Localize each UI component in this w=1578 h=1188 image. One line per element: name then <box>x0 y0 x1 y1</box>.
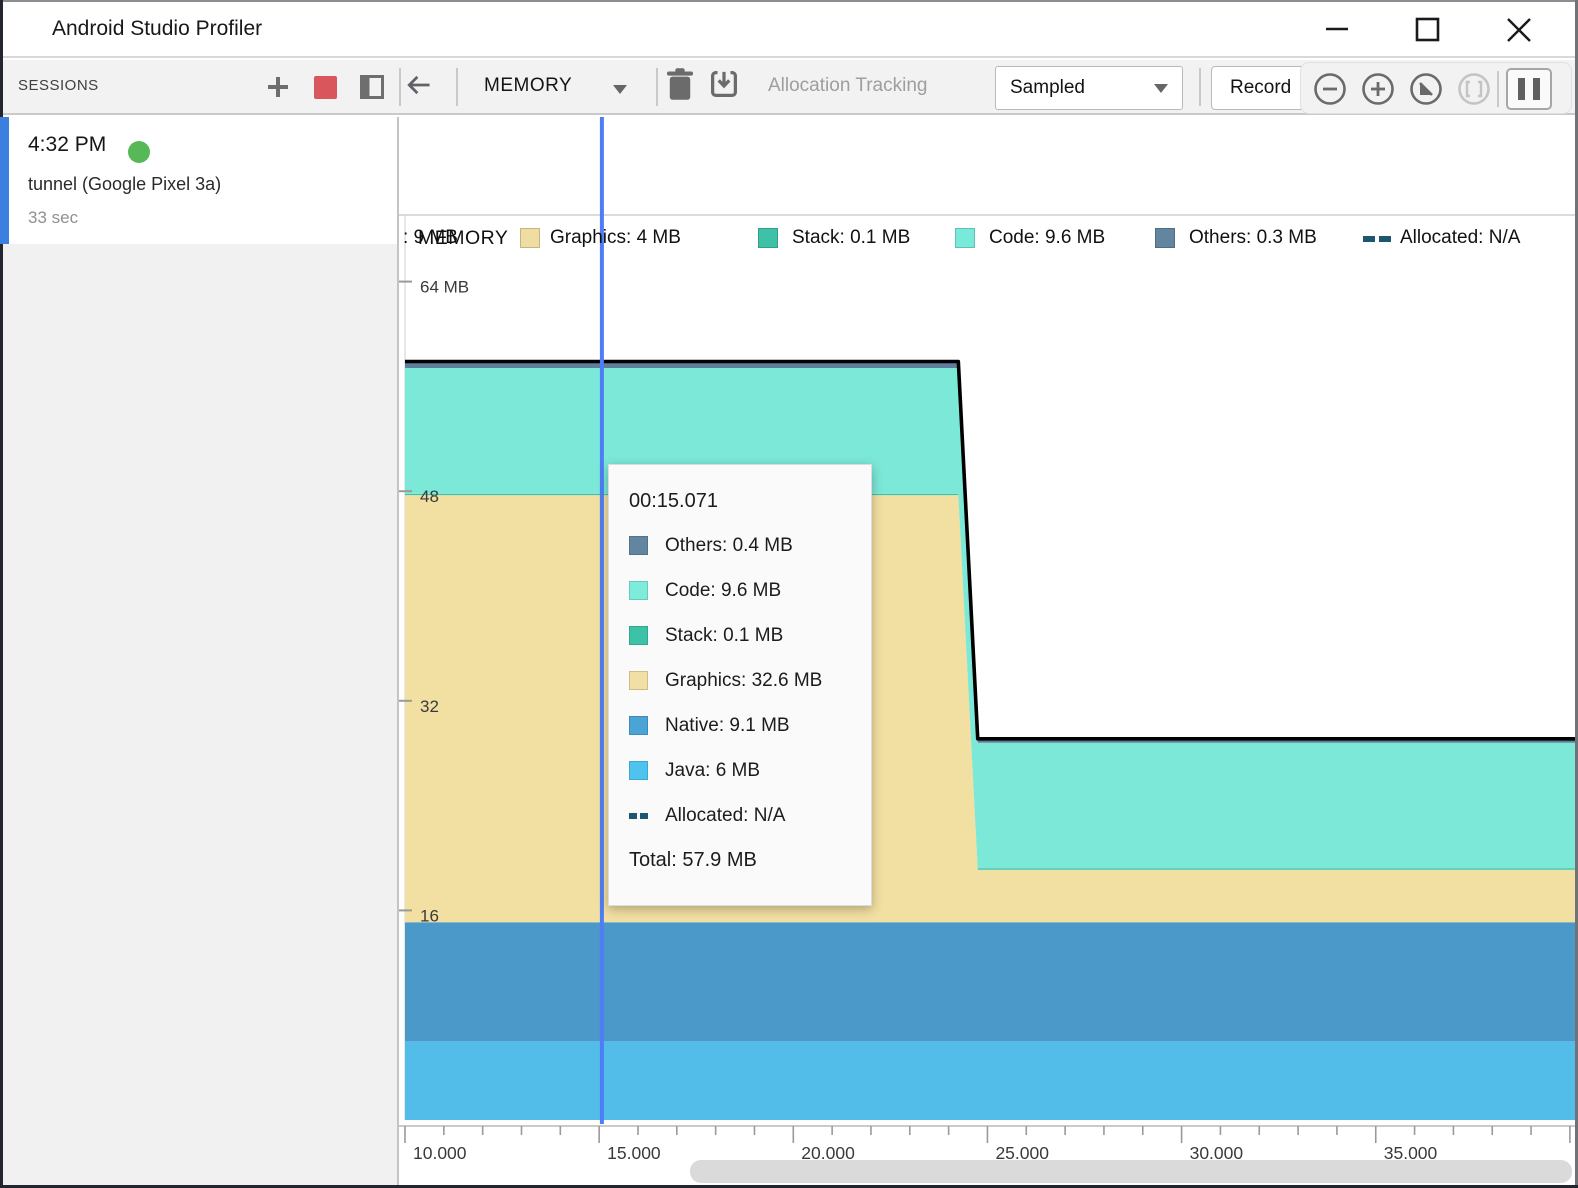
tooltip-row-label: Native: 9.1 MB <box>665 715 790 737</box>
separator <box>1199 68 1201 106</box>
tooltip-total: Total: 57.9 MB <box>629 838 851 883</box>
toolbar: SESSIONS MEMORY <box>0 60 1578 115</box>
tooltip-row: Code: 9.6 MB <box>629 568 851 613</box>
chart-legend: : 9 MBGraphics: 4 MBStack: 0.1 MBCode: 9… <box>399 213 1578 261</box>
window-border-top <box>0 0 1578 2</box>
y-tick-label: 48 <box>420 487 439 506</box>
close-button[interactable] <box>1503 14 1535 46</box>
tooltip-swatch <box>629 626 648 645</box>
tooltip-row-label: Others: 0.4 MB <box>665 535 793 557</box>
area-series-native <box>405 922 1578 1041</box>
zoom-controls-panel <box>1300 62 1572 114</box>
record-button-label: Record <box>1230 77 1291 99</box>
capture-download-icon <box>711 67 737 101</box>
stage-title-overlay: MEMORY <box>418 227 508 250</box>
profiler-window: Android Studio Profiler SESSIONS MEMORY <box>0 0 1578 1188</box>
tooltip-row-label: Code: 9.6 MB <box>665 580 781 602</box>
separator <box>1497 71 1499 107</box>
memory-chart-panel[interactable]: 64 MB483216 : 9 MBGraphics: 4 MBStack: 0… <box>399 117 1578 1185</box>
session-list-item[interactable]: 4:32 PM tunnel (Google Pixel 3a) 33 sec <box>0 117 397 244</box>
tooltip-row: Others: 0.4 MB <box>629 523 851 568</box>
tooltip-row: Java: 6 MB <box>629 748 851 793</box>
x-tick-label: 10.000 <box>413 1143 467 1163</box>
minimize-button[interactable] <box>1321 14 1353 46</box>
back-button[interactable] <box>406 71 432 99</box>
title-bar: Android Studio Profiler <box>0 0 1578 58</box>
sampling-mode-value: Sampled <box>1010 77 1085 99</box>
area-series-java <box>405 1041 1578 1120</box>
sampling-mode-select[interactable]: Sampled <box>995 66 1183 110</box>
maximize-button[interactable] <box>1411 14 1443 46</box>
legend-swatch <box>758 228 778 248</box>
gc-trash-button[interactable] <box>667 70 693 98</box>
tooltip-swatch <box>629 581 648 600</box>
y-tick-label: 64 MB <box>420 278 469 297</box>
legend-label: Allocated: N/A <box>1400 227 1520 249</box>
panel-icon <box>360 75 384 99</box>
sessions-header: SESSIONS <box>18 77 99 94</box>
heap-dump-button[interactable] <box>711 70 737 98</box>
legend-label: Stack: 0.1 MB <box>792 227 910 249</box>
memory-chart-svg: 64 MB 48 32 16 <box>399 117 1578 1125</box>
tooltip-row-label: Graphics: 32.6 MB <box>665 670 822 692</box>
zoom-in-button[interactable] <box>1361 72 1395 106</box>
allocated-dash-icon <box>629 813 648 819</box>
separator <box>456 68 458 106</box>
session-time: 4:32 PM <box>28 133 106 157</box>
zoom-out-button[interactable] <box>1313 72 1347 106</box>
sessions-panel: 4:32 PM tunnel (Google Pixel 3a) 33 sec <box>0 117 399 1185</box>
add-session-button[interactable] <box>265 73 291 101</box>
pause-live-button[interactable] <box>1506 68 1552 110</box>
tooltip-row: Stack: 0.1 MB <box>629 613 851 658</box>
legend-swatch <box>1155 228 1175 248</box>
tooltip-row: Allocated: N/A <box>629 793 851 838</box>
tooltip-row-label: Stack: 0.1 MB <box>665 625 783 647</box>
legend-label: Code: 9.6 MB <box>989 227 1105 249</box>
session-live-status-dot <box>128 141 150 163</box>
tooltip-rows: Others: 0.4 MB Code: 9.6 MB Stack: 0.1 MB G… <box>629 523 851 838</box>
reset-zoom-button[interactable] <box>1409 72 1443 106</box>
window-title: Android Studio Profiler <box>52 17 262 41</box>
chevron-down-icon <box>613 85 627 94</box>
stop-icon <box>314 76 337 99</box>
plus-icon <box>266 75 290 99</box>
y-tick-label: 32 <box>420 697 439 716</box>
pause-icon <box>1518 78 1525 100</box>
allocation-tracking-label: Allocation Tracking <box>768 75 927 97</box>
separator <box>656 68 658 106</box>
pause-icon <box>1533 78 1540 100</box>
stage-selector-label: MEMORY <box>484 75 572 96</box>
stage-selector-dropdown[interactable]: MEMORY <box>484 75 572 97</box>
chart-tooltip: 00:15.071 Others: 0.4 MB Code: 9.6 MB Stac… <box>608 464 872 906</box>
tooltip-swatch <box>629 761 648 780</box>
session-selected-accent <box>0 117 9 244</box>
trash-icon <box>667 67 693 101</box>
stop-session-button[interactable] <box>312 73 338 101</box>
tooltip-row: Native: 9.1 MB <box>629 703 851 748</box>
legend-label: Others: 0.3 MB <box>1189 227 1317 249</box>
session-device: tunnel (Google Pixel 3a) <box>28 174 221 195</box>
collapse-panel-button[interactable] <box>359 73 385 101</box>
session-duration: 33 sec <box>28 208 78 228</box>
back-arrow-icon <box>406 70 432 100</box>
tooltip-swatch <box>629 536 648 555</box>
legend-label: Graphics: 4 MB <box>550 227 681 249</box>
y-tick-label: 16 <box>420 906 439 925</box>
horizontal-scrollbar-thumb[interactable] <box>690 1160 1572 1183</box>
tooltip-timestamp: 00:15.071 <box>629 479 851 523</box>
tooltip-row: Graphics: 32.6 MB <box>629 658 851 703</box>
tooltip-row-label: Java: 6 MB <box>665 760 760 782</box>
tooltip-swatch <box>629 716 648 735</box>
zoom-to-selection-button[interactable] <box>1457 72 1491 106</box>
tooltip-row-label: Allocated: N/A <box>665 805 785 827</box>
tooltip-swatch <box>629 671 648 690</box>
legend-swatch <box>955 228 975 248</box>
separator <box>399 68 401 106</box>
x-tick-label: 15.000 <box>607 1143 661 1163</box>
chevron-down-icon <box>1154 84 1168 93</box>
legend-swatch <box>520 228 540 248</box>
